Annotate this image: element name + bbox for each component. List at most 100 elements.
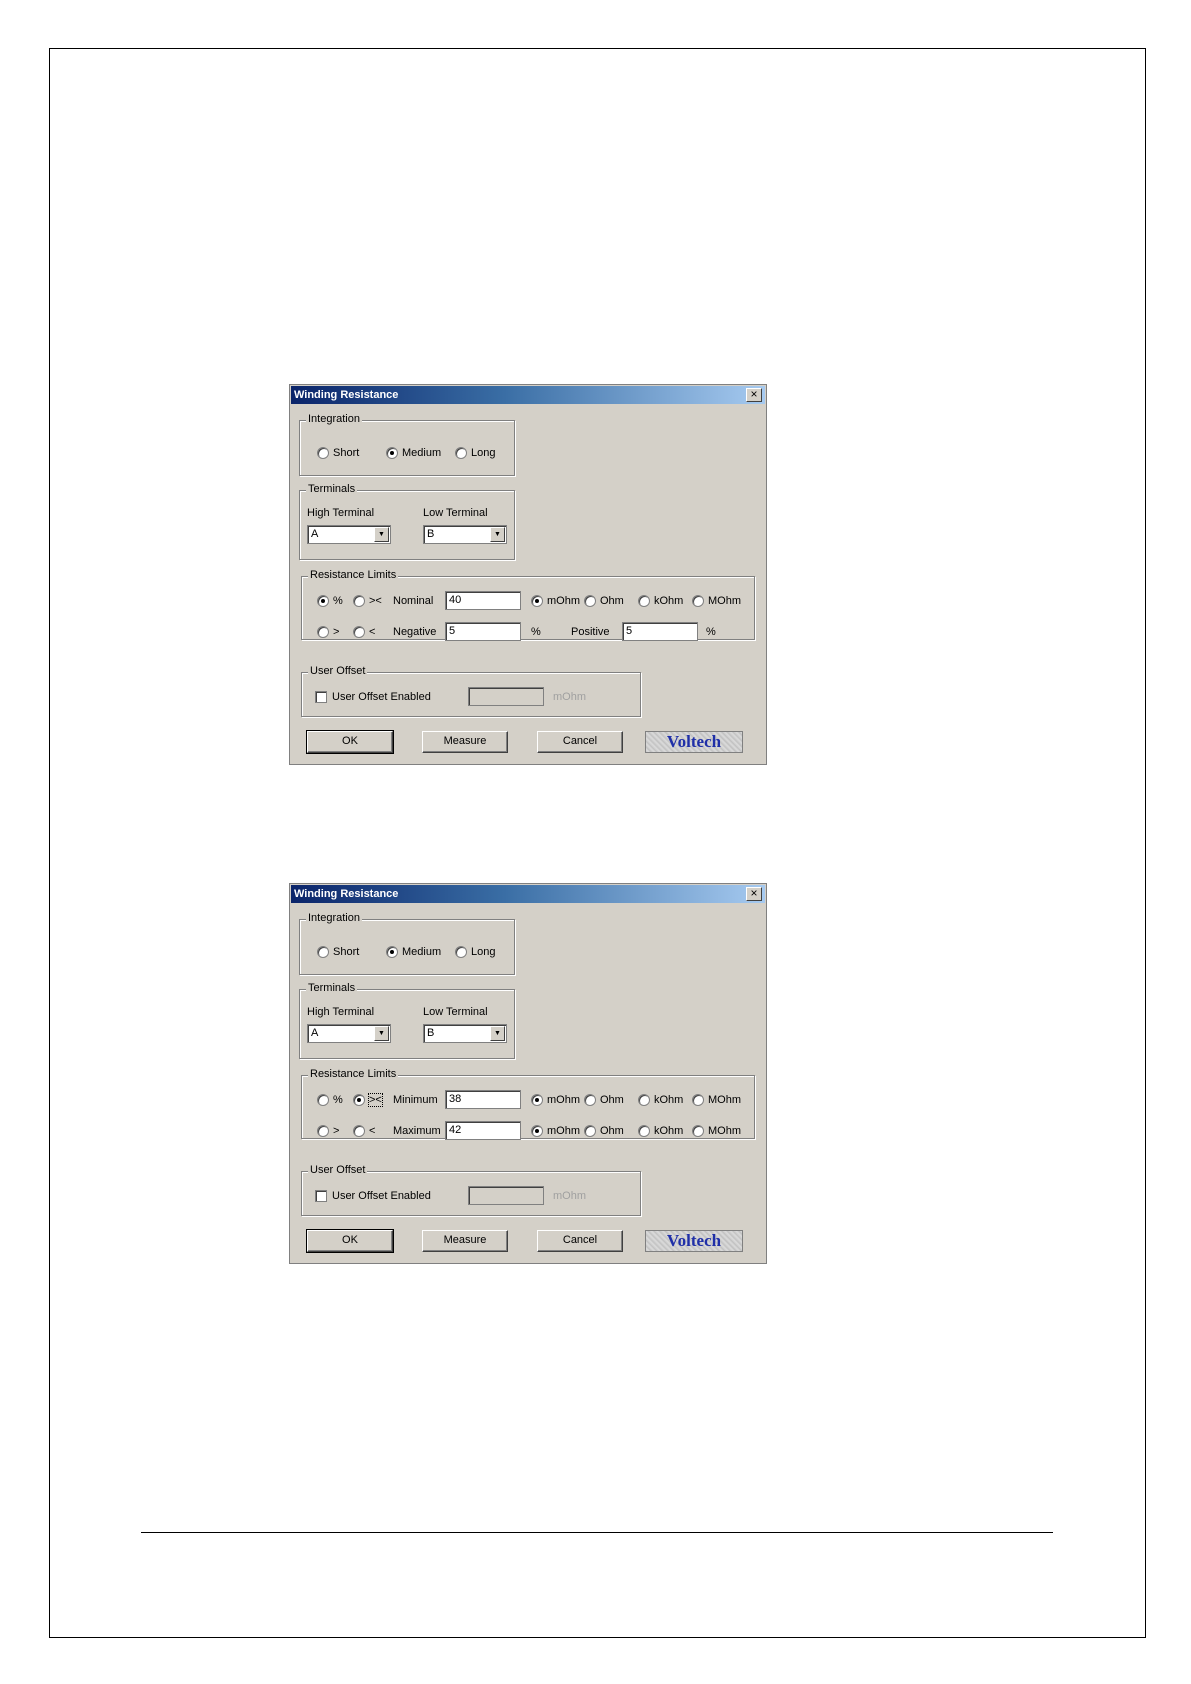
mode-greater-radio[interactable] bbox=[317, 626, 329, 638]
ok-button[interactable]: OK bbox=[306, 1229, 394, 1253]
maximum-label: Maximum bbox=[393, 1125, 441, 1137]
mode-greater-label: > bbox=[333, 626, 340, 638]
nominal-input[interactable]: 40 bbox=[445, 591, 521, 610]
chevron-down-icon[interactable]: ▼ bbox=[374, 527, 389, 542]
user-offset-unit: mOhm bbox=[553, 1190, 586, 1202]
high-terminal-select[interactable]: A ▼ bbox=[307, 1024, 391, 1043]
chevron-down-icon[interactable]: ▼ bbox=[374, 1026, 389, 1041]
unit-ohm-radio[interactable] bbox=[584, 595, 596, 607]
measure-button[interactable]: Measure bbox=[422, 731, 508, 753]
positive-label: Positive bbox=[571, 626, 610, 638]
dialog-title: Winding Resistance bbox=[294, 389, 399, 401]
resistance-limits-label: Resistance Limits bbox=[308, 569, 399, 581]
winding-resistance-dialog: Winding Resistance × Integration Short M… bbox=[289, 883, 767, 1264]
min-unit-megaohm-radio[interactable] bbox=[692, 1094, 704, 1106]
integration-short-radio[interactable] bbox=[317, 447, 329, 459]
low-terminal-label: Low Terminal bbox=[423, 1006, 488, 1018]
min-unit-mohm-radio[interactable] bbox=[531, 1094, 543, 1106]
measure-button[interactable]: Measure bbox=[422, 1230, 508, 1252]
min-unit-ohm-radio[interactable] bbox=[584, 1094, 596, 1106]
integration-long-radio[interactable] bbox=[455, 447, 467, 459]
integration-short-radio[interactable] bbox=[317, 946, 329, 958]
max-unit-mohm-label: mOhm bbox=[547, 1125, 580, 1137]
integration-long-radio[interactable] bbox=[455, 946, 467, 958]
min-unit-kohm-label: kOhm bbox=[654, 1094, 684, 1106]
max-unit-ohm-label: Ohm bbox=[600, 1125, 624, 1137]
mode-percent-label: % bbox=[333, 595, 343, 607]
integration-label: Integration bbox=[306, 413, 362, 425]
chevron-down-icon[interactable]: ▼ bbox=[490, 527, 505, 542]
minimum-input[interactable]: 38 bbox=[445, 1090, 521, 1109]
user-offset-checkbox[interactable] bbox=[315, 1190, 327, 1202]
high-terminal-label: High Terminal bbox=[307, 1006, 375, 1018]
unit-ohm-label: Ohm bbox=[600, 595, 624, 607]
title-bar[interactable]: Winding Resistance × bbox=[291, 386, 765, 404]
unit-kohm-radio[interactable] bbox=[638, 595, 650, 607]
voltech-logo: Voltech bbox=[645, 731, 743, 753]
user-offset-checkbox-label: User Offset Enabled bbox=[332, 691, 431, 703]
max-unit-megaohm-radio[interactable] bbox=[692, 1125, 704, 1137]
positive-input[interactable]: 5 bbox=[622, 622, 698, 641]
unit-mohm-radio[interactable] bbox=[531, 595, 543, 607]
integration-short-label: Short bbox=[333, 447, 360, 459]
mode-percent-radio[interactable] bbox=[317, 1094, 329, 1106]
mode-less-radio[interactable] bbox=[353, 626, 365, 638]
min-unit-kohm-radio[interactable] bbox=[638, 1094, 650, 1106]
unit-megaohm-label: MOhm bbox=[708, 595, 741, 607]
nominal-label: Nominal bbox=[393, 595, 434, 607]
integration-label: Integration bbox=[306, 912, 362, 924]
low-terminal-select[interactable]: B ▼ bbox=[423, 525, 507, 544]
cancel-button[interactable]: Cancel bbox=[537, 731, 623, 753]
mode-less-label: < bbox=[369, 1125, 376, 1137]
mode-greater-label: > bbox=[333, 1125, 340, 1137]
high-terminal-label: High Terminal bbox=[307, 507, 375, 519]
user-offset-label: User Offset bbox=[308, 1164, 368, 1176]
mode-between-radio[interactable] bbox=[353, 595, 365, 607]
mode-between-label: >< bbox=[368, 1093, 383, 1107]
high-terminal-value: A bbox=[311, 1027, 319, 1039]
max-unit-ohm-radio[interactable] bbox=[584, 1125, 596, 1137]
positive-percent-suffix: % bbox=[706, 626, 716, 638]
max-unit-mohm-radio[interactable] bbox=[531, 1125, 543, 1137]
negative-percent-suffix: % bbox=[531, 626, 541, 638]
voltech-logo: Voltech bbox=[645, 1230, 743, 1252]
user-offset-checkbox[interactable] bbox=[315, 691, 327, 703]
max-unit-kohm-radio[interactable] bbox=[638, 1125, 650, 1137]
low-terminal-value: B bbox=[427, 1027, 435, 1039]
high-terminal-select[interactable]: A ▼ bbox=[307, 525, 391, 544]
integration-medium-radio[interactable] bbox=[386, 447, 398, 459]
mode-between-label: >< bbox=[369, 595, 382, 607]
negative-input[interactable]: 5 bbox=[445, 622, 521, 641]
title-bar[interactable]: Winding Resistance × bbox=[291, 885, 765, 903]
user-offset-input[interactable] bbox=[468, 1186, 544, 1205]
mode-between-radio[interactable] bbox=[353, 1094, 365, 1106]
mode-greater-radio[interactable] bbox=[317, 1125, 329, 1137]
ok-button[interactable]: OK bbox=[306, 730, 394, 754]
integration-medium-label: Medium bbox=[402, 447, 442, 459]
unit-mohm-label: mOhm bbox=[547, 595, 580, 607]
user-offset-checkbox-label: User Offset Enabled bbox=[332, 1190, 431, 1202]
low-terminal-label: Low Terminal bbox=[423, 507, 488, 519]
min-unit-megaohm-label: MOhm bbox=[708, 1094, 741, 1106]
cancel-button[interactable]: Cancel bbox=[537, 1230, 623, 1252]
close-button[interactable]: × bbox=[746, 388, 762, 402]
integration-short-label: Short bbox=[333, 946, 360, 958]
maximum-input[interactable]: 42 bbox=[445, 1121, 521, 1140]
chevron-down-icon[interactable]: ▼ bbox=[490, 1026, 505, 1041]
dialog-title: Winding Resistance bbox=[294, 888, 399, 900]
user-offset-input[interactable] bbox=[468, 687, 544, 706]
integration-medium-radio[interactable] bbox=[386, 946, 398, 958]
close-button[interactable]: × bbox=[746, 887, 762, 901]
low-terminal-select[interactable]: B ▼ bbox=[423, 1024, 507, 1043]
max-unit-megaohm-label: MOhm bbox=[708, 1125, 741, 1137]
page-frame bbox=[49, 48, 1146, 1638]
unit-megaohm-radio[interactable] bbox=[692, 595, 704, 607]
mode-less-radio[interactable] bbox=[353, 1125, 365, 1137]
integration-long-label: Long bbox=[471, 946, 496, 958]
user-offset-label: User Offset bbox=[308, 665, 368, 677]
close-icon: × bbox=[750, 387, 758, 401]
max-unit-kohm-label: kOhm bbox=[654, 1125, 684, 1137]
mode-percent-radio[interactable] bbox=[317, 595, 329, 607]
terminals-label: Terminals bbox=[306, 483, 358, 495]
min-unit-mohm-label: mOhm bbox=[547, 1094, 580, 1106]
